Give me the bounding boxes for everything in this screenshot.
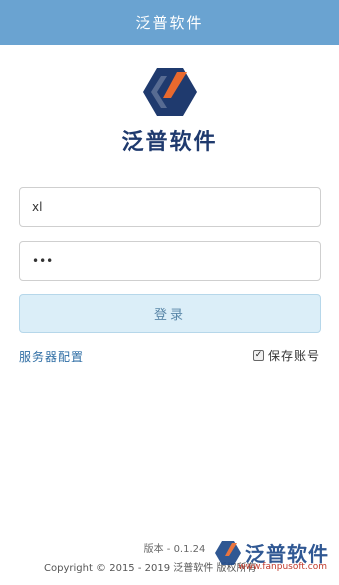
- header-title: 泛普软件: [135, 14, 204, 32]
- app-header: 泛普软件: [0, 0, 339, 45]
- password-field[interactable]: [19, 241, 321, 281]
- watermark-logo-icon: [215, 540, 241, 565]
- brand-logo-text: 泛普软件: [121, 130, 218, 155]
- username-input[interactable]: [32, 200, 308, 214]
- username-field[interactable]: [19, 187, 321, 227]
- password-input[interactable]: [32, 254, 308, 268]
- server-config-link[interactable]: 服务器配置: [19, 348, 84, 365]
- remember-label: 保存账号: [267, 349, 320, 363]
- remember-account[interactable]: ✓ 保存账号: [252, 347, 320, 364]
- brand-logo-icon: [142, 68, 197, 116]
- login-button[interactable]: 登录: [19, 294, 321, 333]
- brand-logo: 泛普软件: [0, 68, 339, 156]
- remember-checkbox[interactable]: ✓: [252, 350, 264, 361]
- watermark-url: www.fanpusoft.com: [238, 562, 327, 572]
